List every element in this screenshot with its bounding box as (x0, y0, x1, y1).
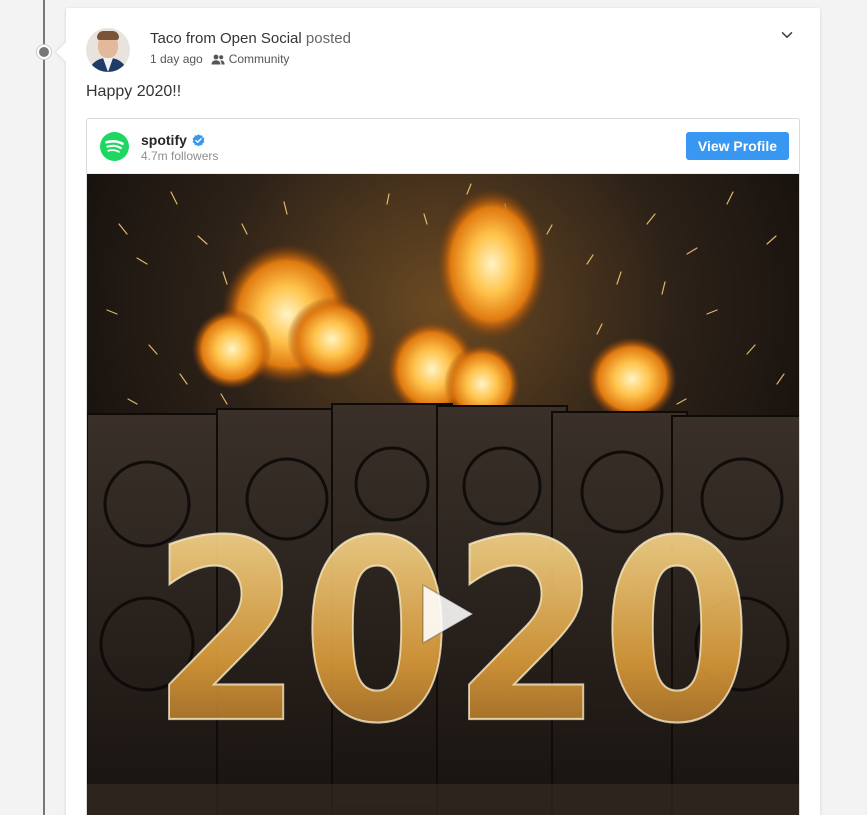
account-name[interactable]: spotify (141, 132, 205, 148)
visibility: Community (211, 52, 290, 66)
post-body: Happy 2020!! (86, 83, 182, 100)
visibility-label: Community (228, 52, 290, 66)
card-notch (56, 42, 76, 62)
chevron-down-icon[interactable] (780, 28, 794, 42)
avatar[interactable] (86, 28, 130, 72)
post-verb: posted (305, 30, 351, 47)
group-icon (211, 54, 225, 64)
follower-count: 4.7m followers (141, 149, 219, 163)
post-timestamp[interactable]: 1 day ago (150, 52, 203, 66)
verified-badge-icon (192, 133, 205, 146)
author-name-link[interactable]: Taco from Open Social (150, 30, 302, 47)
play-icon[interactable] (415, 579, 479, 649)
post-header: Taco from Open Social posted (150, 30, 351, 47)
spotify-logo-icon[interactable] (100, 132, 129, 161)
view-profile-button[interactable]: View Profile (685, 132, 789, 160)
timeline-line (43, 0, 45, 815)
timeline-dot (37, 45, 51, 59)
embed-header: spotify 4.7m followers View Profile (87, 119, 799, 174)
post-card: Taco from Open Social posted 1 day ago C… (56, 8, 820, 815)
post-meta: 1 day ago Community (150, 52, 289, 66)
instagram-embed: spotify 4.7m followers View Profile 2020… (86, 118, 800, 815)
video-player[interactable]: 2020 2020 (87, 174, 799, 815)
account-name-label: spotify (141, 132, 187, 148)
video-thumbnail: 2020 2020 (87, 174, 799, 815)
